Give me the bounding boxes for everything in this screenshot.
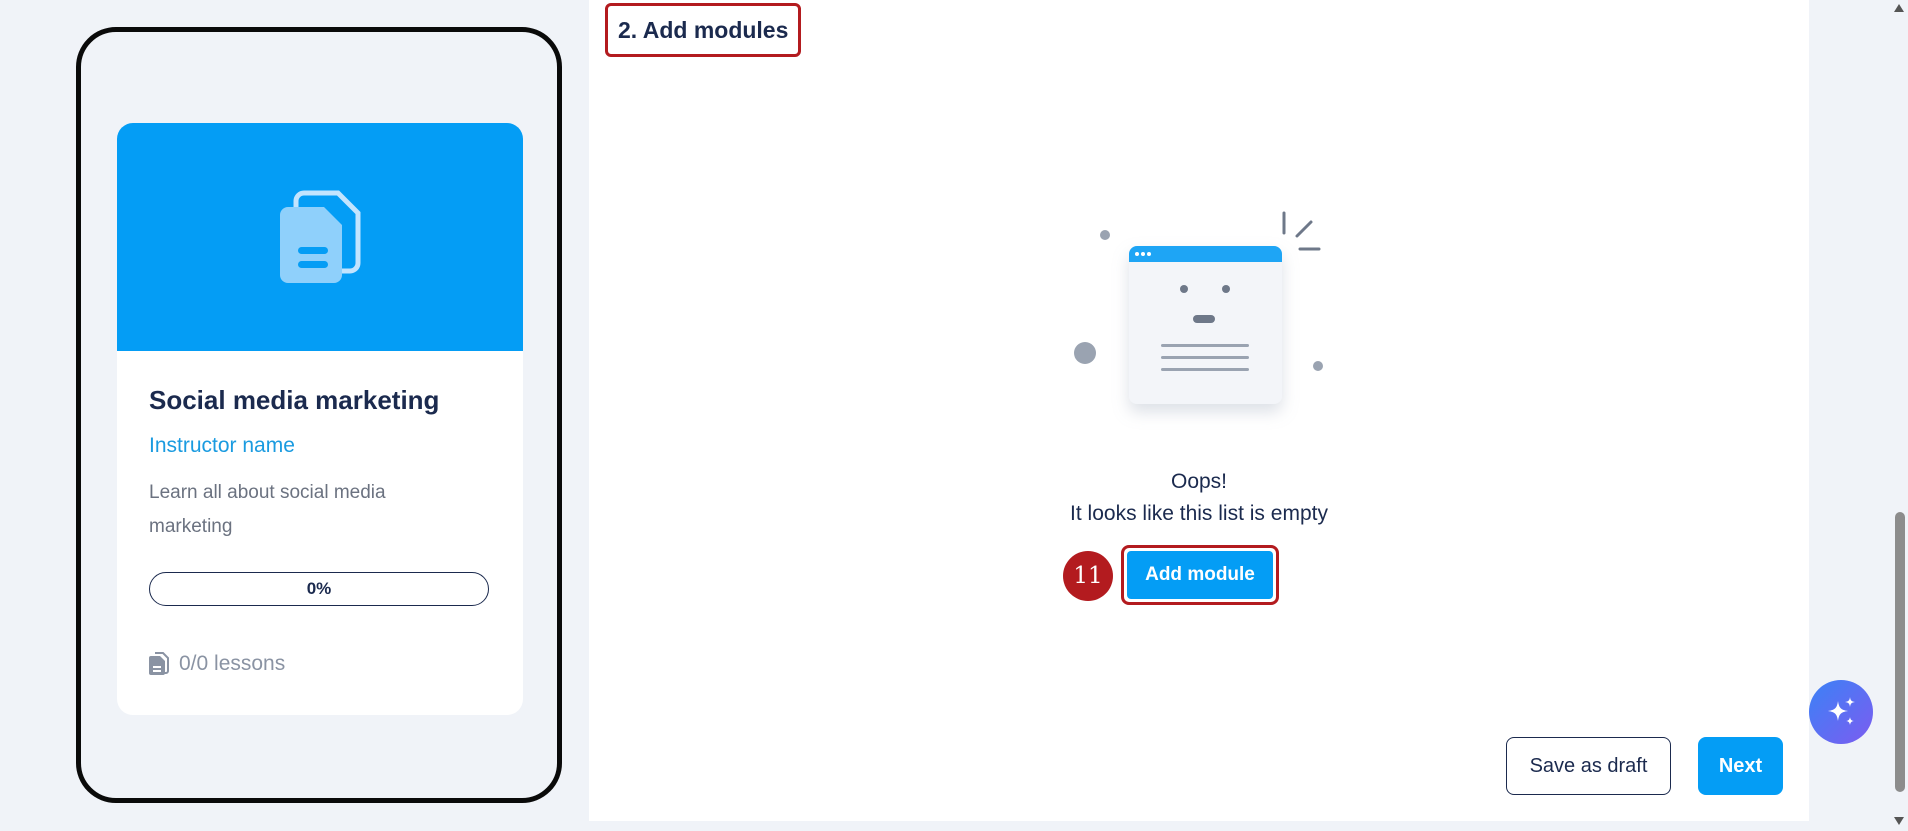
next-button[interactable]: Next bbox=[1698, 737, 1783, 795]
instructor-name: Instructor name bbox=[149, 434, 295, 457]
section-title: 2. Add modules bbox=[605, 3, 802, 57]
step-number-badge: 11 bbox=[1063, 551, 1113, 601]
documents-icon bbox=[280, 190, 361, 283]
progress-label: 0% bbox=[306, 579, 332, 598]
scroll-down-arrow-icon[interactable] bbox=[1894, 817, 1904, 825]
modules-panel: 2. Add modules Oops! It looks like this … bbox=[589, 0, 1809, 821]
empty-state-title: Oops! bbox=[1170, 470, 1228, 493]
document-icon bbox=[149, 652, 169, 675]
course-card: Social media marketing Instructor name L… bbox=[117, 123, 523, 715]
empty-state-message: It looks like this list is empty bbox=[1070, 502, 1328, 525]
ai-assistant-button[interactable] bbox=[1809, 680, 1873, 744]
lessons-label: 0/0 lessons bbox=[179, 652, 286, 675]
course-cover bbox=[117, 123, 523, 351]
add-module-highlight: Add module bbox=[1121, 545, 1279, 605]
page-scrollbar[interactable] bbox=[1890, 0, 1908, 831]
progress-bar: 0% bbox=[149, 572, 489, 606]
lessons-count: 0/0 lessons bbox=[149, 652, 491, 676]
course-description: Learn all about social media marketing bbox=[149, 482, 386, 537]
add-module-button[interactable]: Add module bbox=[1127, 551, 1273, 599]
course-title: Social media marketing bbox=[149, 385, 440, 415]
scroll-up-arrow-icon[interactable] bbox=[1894, 4, 1904, 12]
sparkles-icon bbox=[1828, 697, 1855, 725]
mobile-preview-frame: Social media marketing Instructor name L… bbox=[76, 27, 562, 803]
scrollbar-thumb[interactable] bbox=[1895, 512, 1905, 792]
save-as-draft-button[interactable]: Save as draft bbox=[1506, 737, 1671, 795]
empty-window-illustration bbox=[1074, 211, 1323, 404]
